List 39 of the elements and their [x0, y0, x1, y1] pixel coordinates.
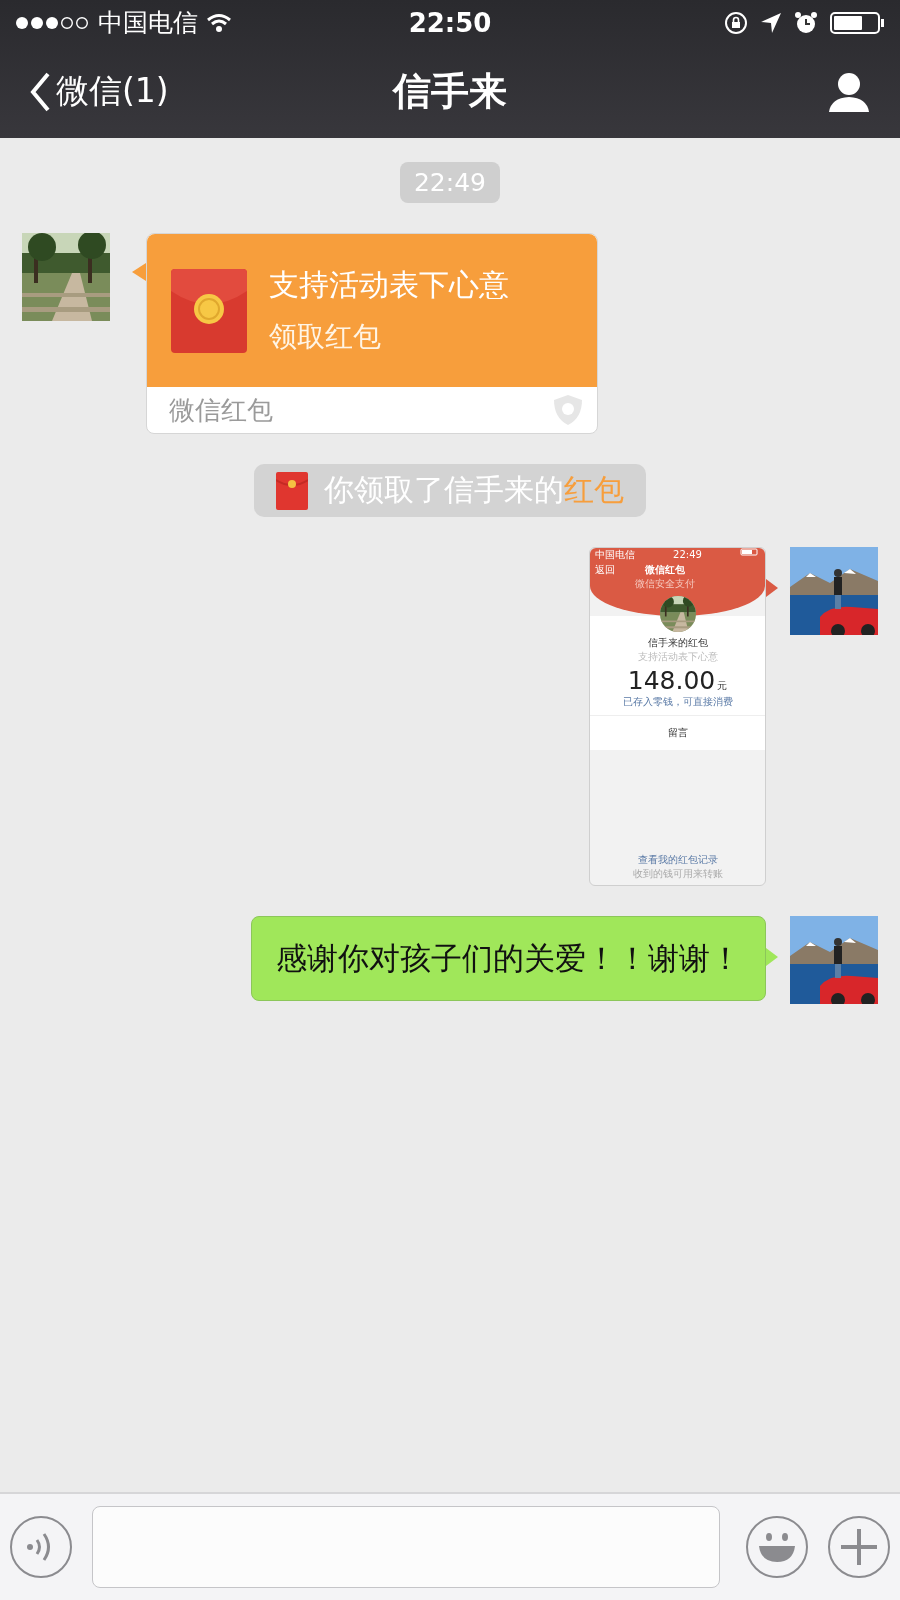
carrier-name: 中国电信 — [595, 548, 635, 561]
location-arrow-icon — [760, 11, 782, 34]
amount: 148.00 — [627, 666, 716, 695]
battery-icon — [740, 548, 760, 556]
rotation-lock-icon — [724, 10, 748, 35]
screen-title: 微信红包 — [645, 563, 685, 577]
packet-title: 支持活动表下心意 — [269, 266, 509, 304]
packet-footer: 微信红包 — [169, 392, 273, 428]
chevron-left-icon — [30, 71, 50, 112]
message-input[interactable] — [92, 1506, 720, 1588]
alarm-clock-icon — [794, 10, 818, 35]
message-bubble: 感谢你对孩子们的关爱！！谢谢！ — [251, 916, 766, 1002]
emoji-button[interactable] — [746, 1516, 808, 1578]
add-button[interactable] — [828, 1516, 890, 1578]
back-button[interactable]: 微信(1) — [30, 69, 393, 114]
status-time: 22:49 — [673, 548, 702, 561]
voice-button[interactable] — [10, 1516, 72, 1578]
back-link[interactable]: 返回 — [595, 563, 635, 577]
records-link[interactable]: 查看我的红包记录 — [637, 853, 718, 867]
shield-icon — [553, 394, 583, 426]
wifi-icon — [206, 12, 232, 33]
plus-icon — [840, 1528, 878, 1566]
envelope-icon — [171, 268, 247, 353]
deposit-note: 已存入零钱，可直接消费 — [622, 695, 733, 709]
packet-wish: 支持活动表下心意 — [637, 650, 718, 664]
smiley-icon — [758, 1532, 796, 1562]
screen-subtitle: 微信安全支付 — [635, 577, 695, 591]
carrier-name: 中国电信 — [98, 7, 198, 39]
envelope-icon — [276, 471, 308, 510]
packet-subtitle: 领取红包 — [269, 319, 382, 355]
status-time: 22:50 — [408, 7, 492, 38]
gift-envelope-card[interactable]: 支持活动表下心意 领取红包 微信红包 — [146, 233, 598, 434]
footer-note: 收到的钱可用来转账 — [632, 867, 723, 881]
currency-unit: 元 — [717, 679, 728, 693]
sender-name: 信手来的红包 — [647, 636, 708, 650]
chat-title: 信手来 — [393, 68, 507, 115]
chat-screenshot[interactable]: 中国电信 22:49 返回 微信红包 微信安全支付 信手来的红包 支持活动表下心意 148.00 元 已存入零钱，可直接消费 留言 查看我的红包记录 收到的钱可用来转账 — [589, 547, 766, 886]
person-icon[interactable] — [828, 71, 870, 112]
battery-icon — [830, 10, 886, 35]
